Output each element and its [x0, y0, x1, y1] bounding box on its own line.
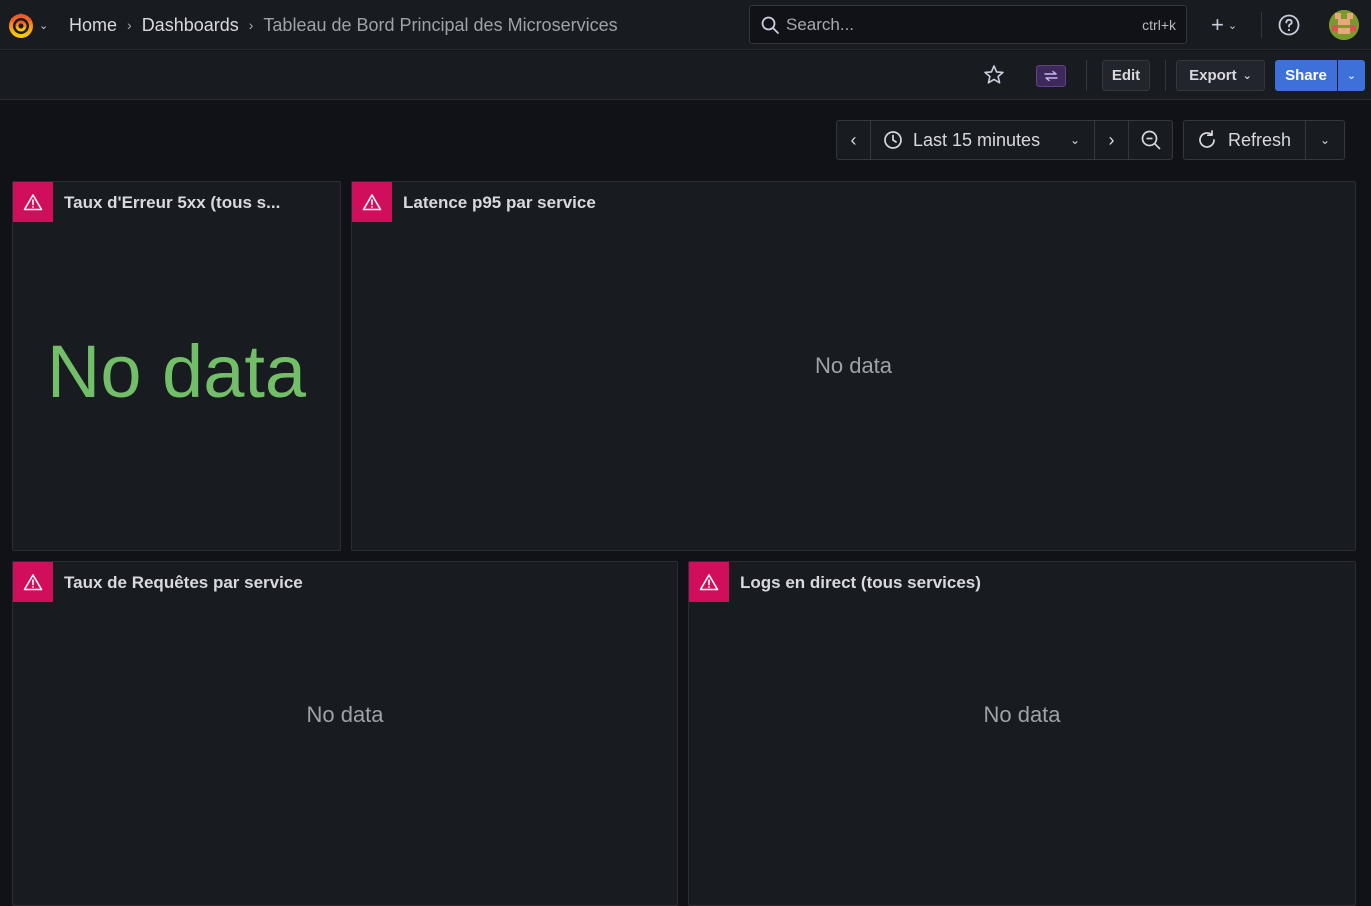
refresh-interval-dropdown[interactable]: ⌄: [1305, 120, 1345, 160]
search-icon: [761, 16, 779, 34]
panel-no-data: No data: [983, 701, 1061, 727]
chevron-down-icon: ⌄: [1069, 133, 1080, 147]
add-new-button[interactable]: + ⌄: [1202, 9, 1246, 41]
grafana-menu-button[interactable]: ⌄: [6, 9, 52, 41]
refresh-button-label: Refresh: [1228, 129, 1292, 150]
edit-button[interactable]: Edit: [1102, 60, 1150, 91]
breadcrumb-current-dashboard: Tableau de Bord Principal des Microservi…: [263, 14, 618, 35]
refresh-icon: [1199, 130, 1215, 148]
chevron-down-icon: ⌄: [1242, 70, 1252, 82]
divider: [1165, 60, 1166, 91]
edit-button-label: Edit: [1111, 67, 1141, 84]
chevron-down-icon: ⌄: [1227, 19, 1238, 32]
top-navbar: ⌄ Home › Dashboards › Tableau de Bord Pr…: [0, 0, 1371, 50]
panel-no-data: No data: [814, 353, 893, 378]
clock-icon: [884, 131, 902, 149]
chevron-down-icon: ⌄: [1319, 133, 1331, 147]
time-range-forward-button[interactable]: ›: [1094, 120, 1129, 160]
star-icon[interactable]: [982, 63, 1006, 87]
chevron-right-icon: ›: [127, 17, 132, 33]
swap-button[interactable]: [1036, 65, 1066, 87]
plus-icon: +: [1210, 12, 1224, 37]
breadcrumb-dashboards[interactable]: Dashboards: [142, 15, 239, 36]
panel-no-data: No data: [46, 329, 307, 413]
time-range-picker[interactable]: Last 15 minutes ⌄: [870, 120, 1095, 160]
zoom-out-icon: [1141, 130, 1160, 150]
grafana-logo-icon: [9, 13, 33, 38]
zoom-out-button[interactable]: [1128, 120, 1173, 160]
time-range-back-button[interactable]: ‹: [836, 120, 871, 160]
refresh-button[interactable]: Refresh: [1183, 120, 1306, 160]
dashboard-toolbar: Edit Export ⌄ Share ⌄: [0, 51, 1371, 100]
panel-error-rate: Taux d'Erreur 5xx (tous s... No data: [12, 181, 341, 551]
search-box[interactable]: ctrl+k: [749, 5, 1187, 44]
user-avatar[interactable]: [1329, 10, 1359, 40]
breadcrumb-home[interactable]: Home: [69, 15, 117, 36]
avatar-identicon: [1329, 10, 1359, 40]
panel-request-rate: Taux de Requêtes par service No data: [12, 561, 678, 906]
swap-icon: [1044, 70, 1058, 82]
chevron-right-icon: ›: [1108, 129, 1115, 150]
divider: [1086, 60, 1087, 91]
help-circle-icon[interactable]: [1277, 13, 1301, 37]
export-button-label: Export: [1189, 67, 1237, 84]
panel-no-data: No data: [306, 701, 384, 727]
share-button-label: Share: [1285, 67, 1327, 84]
panel-latency-p95: Latence p95 par service No data: [351, 181, 1356, 551]
share-button[interactable]: Share: [1275, 60, 1337, 91]
chevron-down-icon: ⌄: [1346, 70, 1357, 82]
divider: [1261, 12, 1262, 38]
panel-live-logs: Logs en direct (tous services) No data: [688, 561, 1356, 906]
time-range-label: Last 15 minutes: [913, 129, 1041, 150]
chevron-left-icon: ‹: [850, 129, 857, 150]
search-input[interactable]: [786, 14, 1143, 35]
share-dropdown-button[interactable]: ⌄: [1338, 60, 1365, 91]
breadcrumb: Home › Dashboards › Tableau de Bord Prin…: [69, 0, 618, 50]
export-button[interactable]: Export ⌄: [1176, 60, 1265, 91]
chevron-down-icon: ⌄: [39, 19, 49, 32]
search-shortcut-hint: ctrl+k: [1142, 16, 1176, 33]
chevron-right-icon: ›: [248, 17, 254, 33]
